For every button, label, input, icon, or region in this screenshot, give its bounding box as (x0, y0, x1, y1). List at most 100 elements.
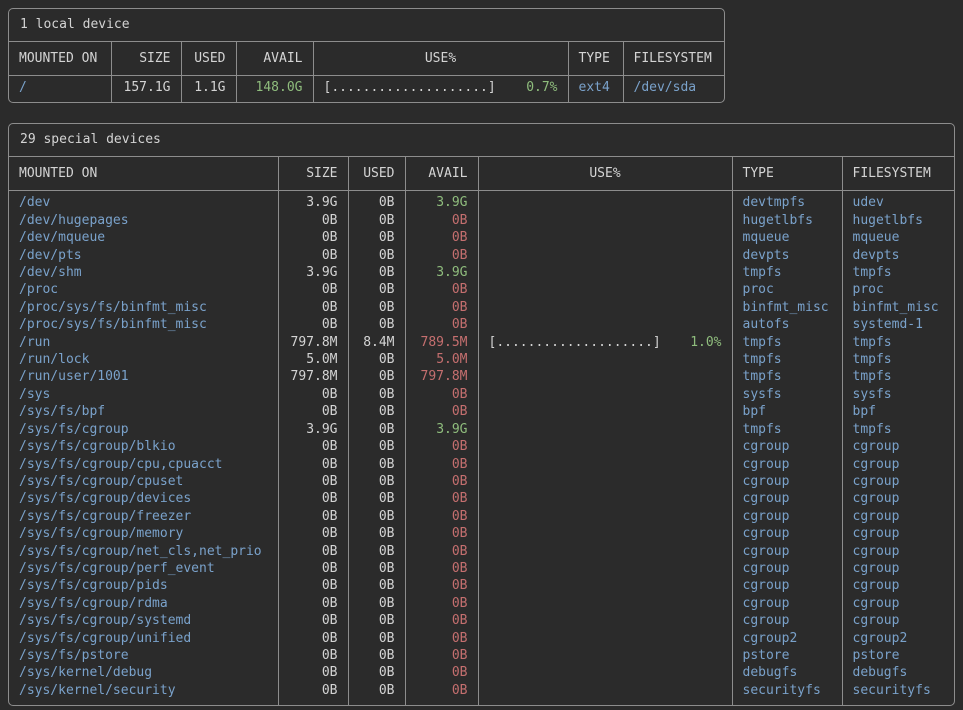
table-row: /sys/fs/cgroup/freezer0B0B0Bcgroupcgroup (9, 508, 954, 525)
table-row: /proc/sys/fs/binfmt_misc0B0B0Bbinfmt_mis… (9, 299, 954, 316)
cell-fs: tmpfs (842, 368, 954, 385)
table-row: /proc0B0B0Bprocproc (9, 281, 954, 298)
cell-mounted: /proc/sys/fs/binfmt_misc (9, 316, 278, 333)
cell-avail: 0B (405, 403, 478, 420)
cell-used: 0B (348, 403, 405, 420)
cell-use-percent (478, 229, 732, 246)
cell-fs: systemd-1 (842, 316, 954, 333)
cell-used: 0B (348, 508, 405, 525)
cell-mounted: /sys/fs/cgroup (9, 421, 278, 438)
cell-type: cgroup (732, 560, 842, 577)
cell-use-percent (478, 421, 732, 438)
cell-avail: 148.0G (236, 76, 313, 103)
cell-avail: 5.0M (405, 351, 478, 368)
cell-avail: 0B (405, 560, 478, 577)
cell-fs: binfmt_misc (842, 299, 954, 316)
cell-fs: securityfs (842, 682, 954, 705)
cell-mounted: /run/user/1001 (9, 368, 278, 385)
local-devices-grid: MOUNTED ONSIZEUSEDAVAILUSE%TYPEFILESYSTE… (9, 42, 724, 102)
cell-use-percent (478, 560, 732, 577)
cell-size: 3.9G (278, 191, 348, 212)
cell-fs: sysfs (842, 386, 954, 403)
table-row: /sys/fs/cgroup/systemd0B0B0Bcgroupcgroup (9, 612, 954, 629)
cell-size: 797.8M (278, 368, 348, 385)
cell-mounted: /sys/fs/cgroup/perf_event (9, 560, 278, 577)
cell-size: 797.8M (278, 334, 348, 351)
cell-used: 0B (348, 351, 405, 368)
cell-mounted: /run/lock (9, 351, 278, 368)
cell-fs: devpts (842, 247, 954, 264)
cell-use-percent: [....................]0.7% (313, 76, 568, 103)
cell-avail: 0B (405, 247, 478, 264)
table-row: /sys/fs/cgroup3.9G0B3.9Gtmpfstmpfs (9, 421, 954, 438)
cell-fs: cgroup (842, 473, 954, 490)
header-row: MOUNTED ONSIZEUSEDAVAILUSE%TYPEFILESYSTE… (9, 157, 954, 191)
table-row: /sys/fs/cgroup/pids0B0B0Bcgroupcgroup (9, 577, 954, 594)
cell-use-percent (478, 191, 732, 212)
cell-size: 0B (278, 560, 348, 577)
cell-size: 0B (278, 281, 348, 298)
table-row: /sys/kernel/debug0B0B0Bdebugfsdebugfs (9, 664, 954, 681)
cell-use-percent (478, 543, 732, 560)
cell-mounted: /sys/fs/bpf (9, 403, 278, 420)
table-row: /sys/fs/cgroup/cpuset0B0B0Bcgroupcgroup (9, 473, 954, 490)
table-row: /run/user/1001797.8M0B797.8Mtmpfstmpfs (9, 368, 954, 385)
cell-used: 0B (348, 525, 405, 542)
cell-type: proc (732, 281, 842, 298)
cell-mounted: /dev (9, 191, 278, 212)
cell-used: 0B (348, 264, 405, 281)
cell-used: 0B (348, 368, 405, 385)
table-row: /sys/fs/cgroup/memory0B0B0Bcgroupcgroup (9, 525, 954, 542)
cell-avail: 0B (405, 525, 478, 542)
cell-mounted: /sys/fs/cgroup/unified (9, 630, 278, 647)
cell-fs: cgroup (842, 612, 954, 629)
cell-size: 0B (278, 647, 348, 664)
cell-fs: /dev/sda (623, 76, 724, 103)
cell-avail: 0B (405, 299, 478, 316)
cell-type: devtmpfs (732, 191, 842, 212)
cell-size: 0B (278, 316, 348, 333)
cell-type: tmpfs (732, 351, 842, 368)
cell-size: 0B (278, 386, 348, 403)
cell-use-percent (478, 490, 732, 507)
cell-mounted: /sys/fs/cgroup/net_cls,net_prio (9, 543, 278, 560)
cell-use-percent (478, 630, 732, 647)
column-header-fs: FILESYSTEM (623, 42, 724, 76)
cell-avail: 0B (405, 316, 478, 333)
cell-mounted: /sys/fs/cgroup/blkio (9, 438, 278, 455)
cell-used: 0B (348, 299, 405, 316)
column-header-fs: FILESYSTEM (842, 157, 954, 191)
cell-size: 3.9G (278, 421, 348, 438)
cell-used: 0B (348, 386, 405, 403)
cell-size: 0B (278, 247, 348, 264)
cell-size: 0B (278, 630, 348, 647)
cell-mounted: /run (9, 334, 278, 351)
column-header-mounted: MOUNTED ON (9, 157, 278, 191)
cell-type: sysfs (732, 386, 842, 403)
column-header-usepct: USE% (313, 42, 568, 76)
table-row: /sys/fs/cgroup/devices0B0B0Bcgroupcgroup (9, 490, 954, 507)
terminal-screen: { "theme": { "background": "#2b2b2b", "b… (0, 0, 963, 710)
cell-used: 0B (348, 577, 405, 594)
cell-used: 0B (348, 191, 405, 212)
cell-avail: 789.5M (405, 334, 478, 351)
table-row: /sys/fs/cgroup/perf_event0B0B0Bcgroupcgr… (9, 560, 954, 577)
cell-use-percent (478, 281, 732, 298)
usage-percent: 0.7% (526, 79, 557, 96)
column-header-avail: AVAIL (236, 42, 313, 76)
cell-avail: 0B (405, 647, 478, 664)
cell-fs: cgroup (842, 577, 954, 594)
cell-avail: 0B (405, 456, 478, 473)
cell-type: cgroup (732, 595, 842, 612)
table-row: /sys0B0B0Bsysfssysfs (9, 386, 954, 403)
cell-size: 0B (278, 577, 348, 594)
cell-size: 0B (278, 525, 348, 542)
cell-fs: tmpfs (842, 421, 954, 438)
cell-avail: 0B (405, 281, 478, 298)
table-row: /dev/hugepages0B0B0Bhugetlbfshugetlbfs (9, 212, 954, 229)
column-header-type: TYPE (568, 42, 623, 76)
cell-size: 0B (278, 212, 348, 229)
cell-use-percent (478, 438, 732, 455)
cell-fs: cgroup (842, 560, 954, 577)
cell-used: 0B (348, 664, 405, 681)
